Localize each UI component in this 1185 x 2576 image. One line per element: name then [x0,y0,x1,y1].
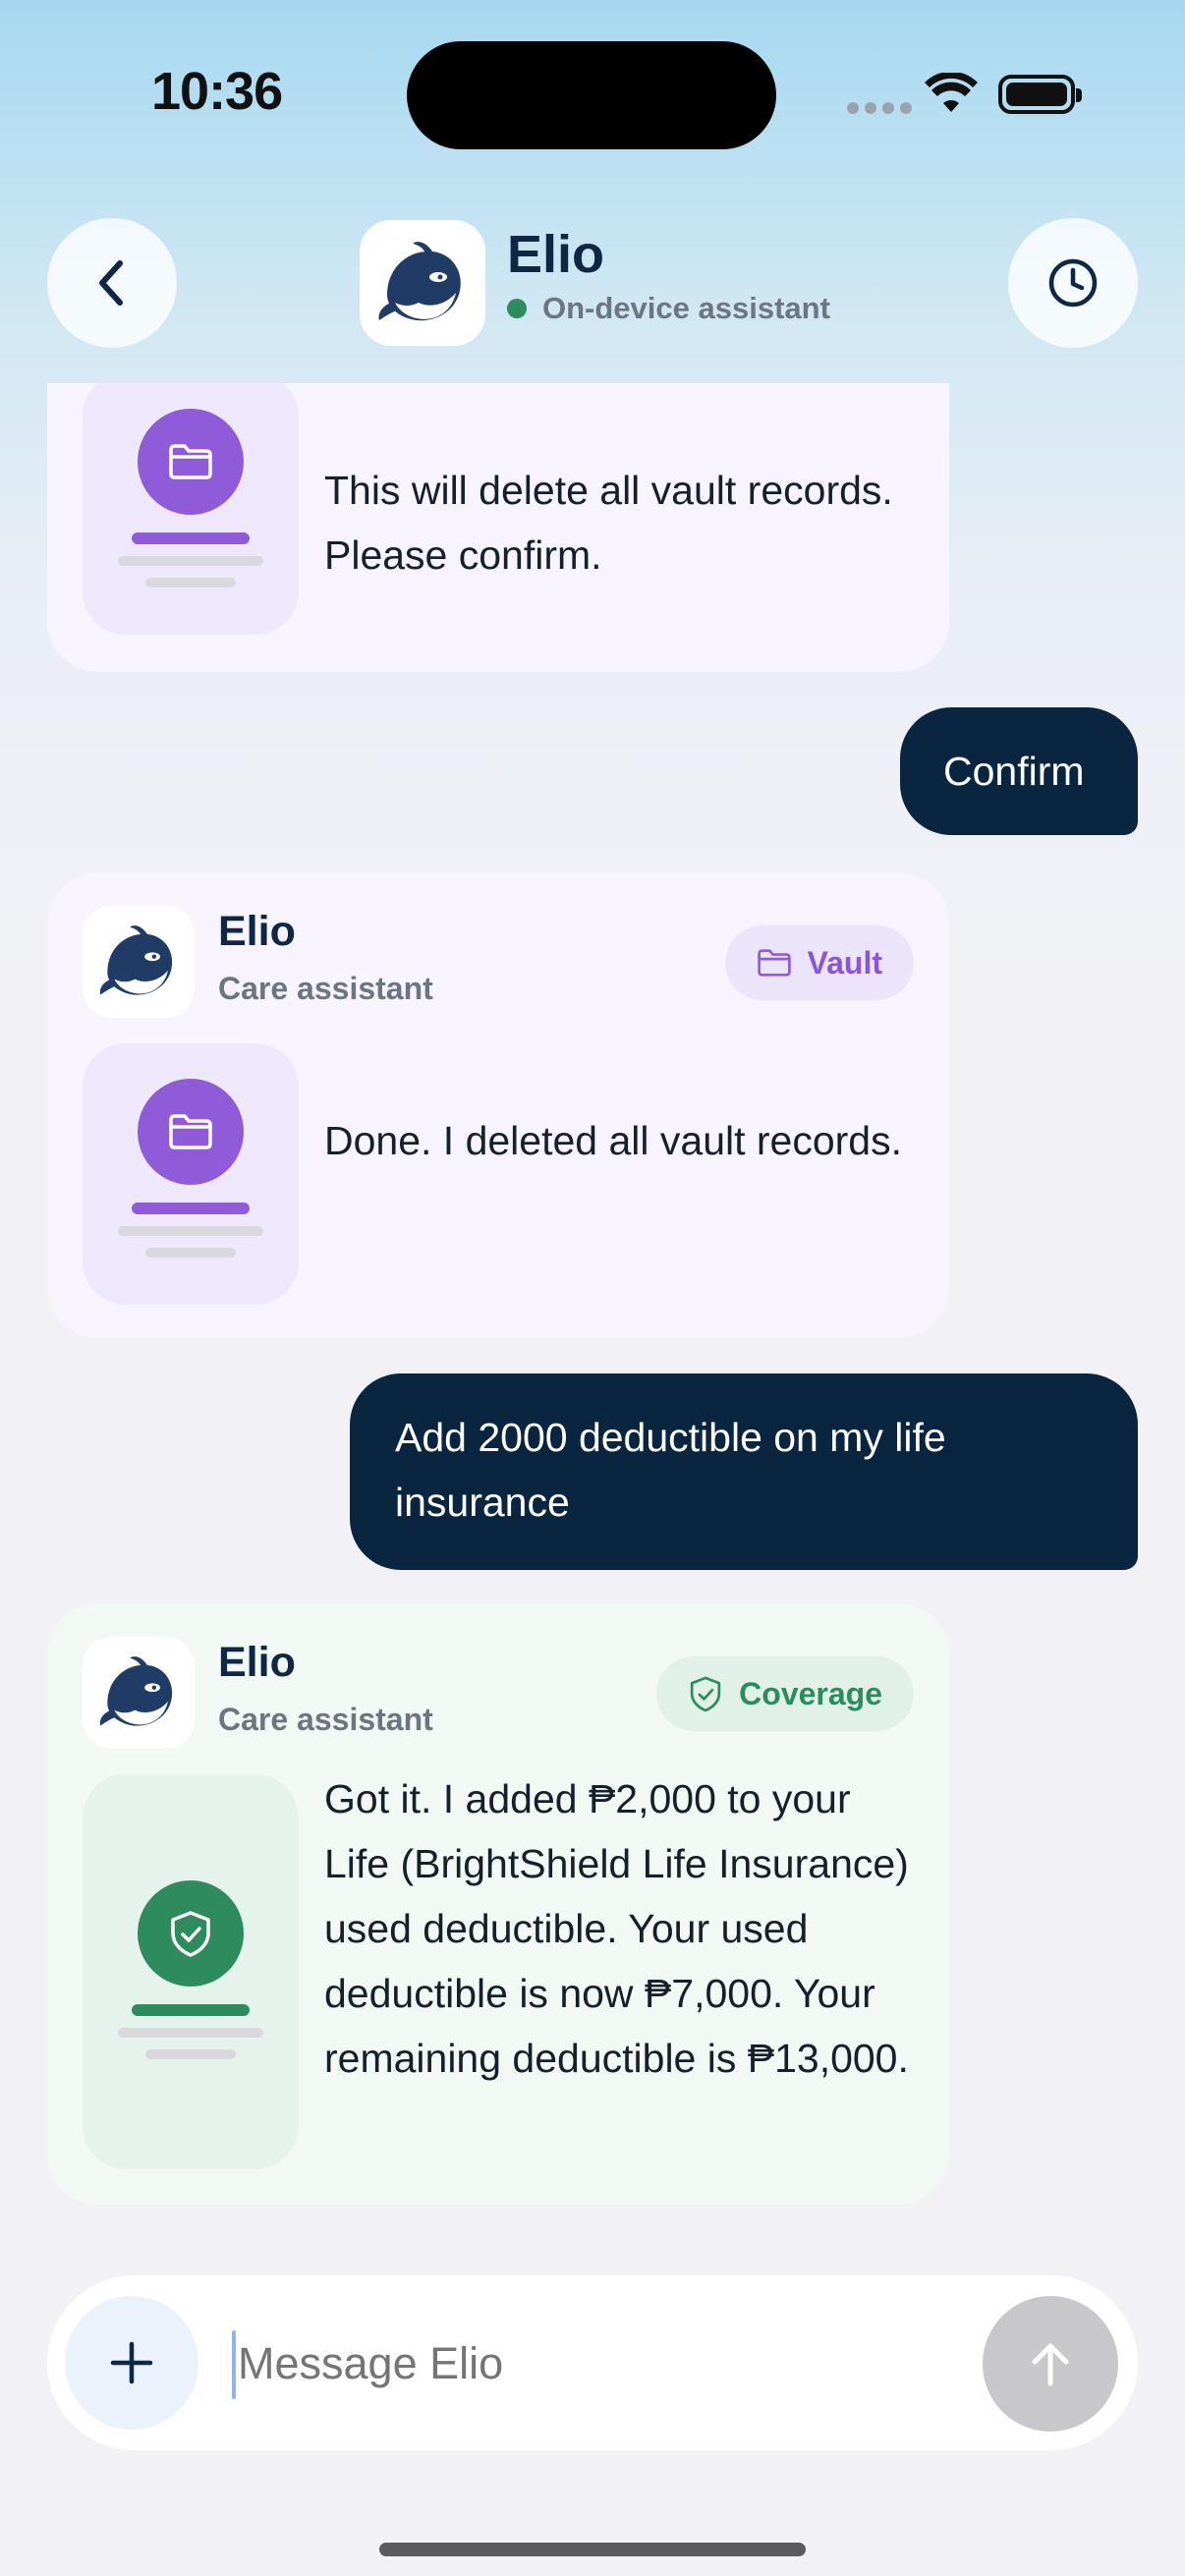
assistant-message: Elio Care assistant Coverage Got it. I a… [47,1603,949,2205]
chat-thread[interactable]: This will delete all vault records. Plea… [0,383,1185,2250]
coverage-thumbnail [83,1774,299,2169]
coverage-badge-label: Coverage [739,1675,882,1711]
header-subtitle-text: On-device assistant [542,291,830,325]
vault-thumbnail [83,1043,299,1305]
assistant-message: Elio Care assistant Vault Done. I delete… [47,872,949,1338]
assistant-name: Elio [218,1639,296,1686]
message-composer [47,2275,1138,2450]
add-attachment-button[interactable] [65,2296,198,2430]
assistant-name: Elio [218,908,296,955]
shield-check-icon [138,1880,244,1987]
shield-check-icon [686,1674,725,1713]
text-cursor [232,2330,236,2399]
user-message-text: Add 2000 deductible on my life insurance [395,1415,946,1525]
history-button[interactable] [1008,218,1138,348]
home-indicator[interactable] [379,2543,806,2556]
back-button[interactable] [47,218,177,348]
vault-thumbnail [83,383,299,635]
assistant-avatar [83,906,195,1018]
assistant-message-text: This will delete all vault records. Plea… [324,468,893,578]
assistant-avatar [360,220,485,346]
folder-icon [138,1079,244,1185]
assistant-role: Care assistant [218,971,433,1006]
chevron-left-icon [99,260,123,306]
dynamic-island [407,41,776,149]
message-input[interactable] [238,2323,926,2405]
assistant-avatar [83,1637,195,1749]
assistant-message-text: Got it. I added ₱2,000 to your Life (Bri… [324,1776,909,2081]
user-message: Add 2000 deductible on my life insurance [350,1373,1138,1570]
wifi-icon [925,73,978,112]
header-subtitle: On-device assistant [507,291,830,326]
vault-badge[interactable]: Vault [724,925,914,1000]
arrow-up-icon [1032,2343,1069,2386]
send-button[interactable] [983,2296,1118,2432]
cellular-signal-icon [847,102,912,114]
plus-icon [110,2341,153,2384]
user-message-text: Confirm [943,749,1085,794]
clock-icon [1048,258,1098,308]
online-status-dot [507,299,527,318]
assistant-role: Care assistant [218,1702,433,1737]
orca-logo-icon [99,925,173,995]
folder-icon [138,409,244,515]
vault-badge-label: Vault [807,944,882,980]
battery-icon [998,75,1082,114]
user-message: Confirm [900,707,1138,835]
orca-logo-icon [378,242,461,321]
folder-icon [755,943,794,982]
assistant-message: This will delete all vault records. Plea… [47,383,949,672]
status-time: 10:36 [151,62,283,121]
header-title: Elio [507,225,605,284]
orca-logo-icon [99,1656,173,1726]
coverage-badge[interactable]: Coverage [656,1656,914,1731]
assistant-message-text: Done. I deleted all vault records. [324,1118,902,1163]
